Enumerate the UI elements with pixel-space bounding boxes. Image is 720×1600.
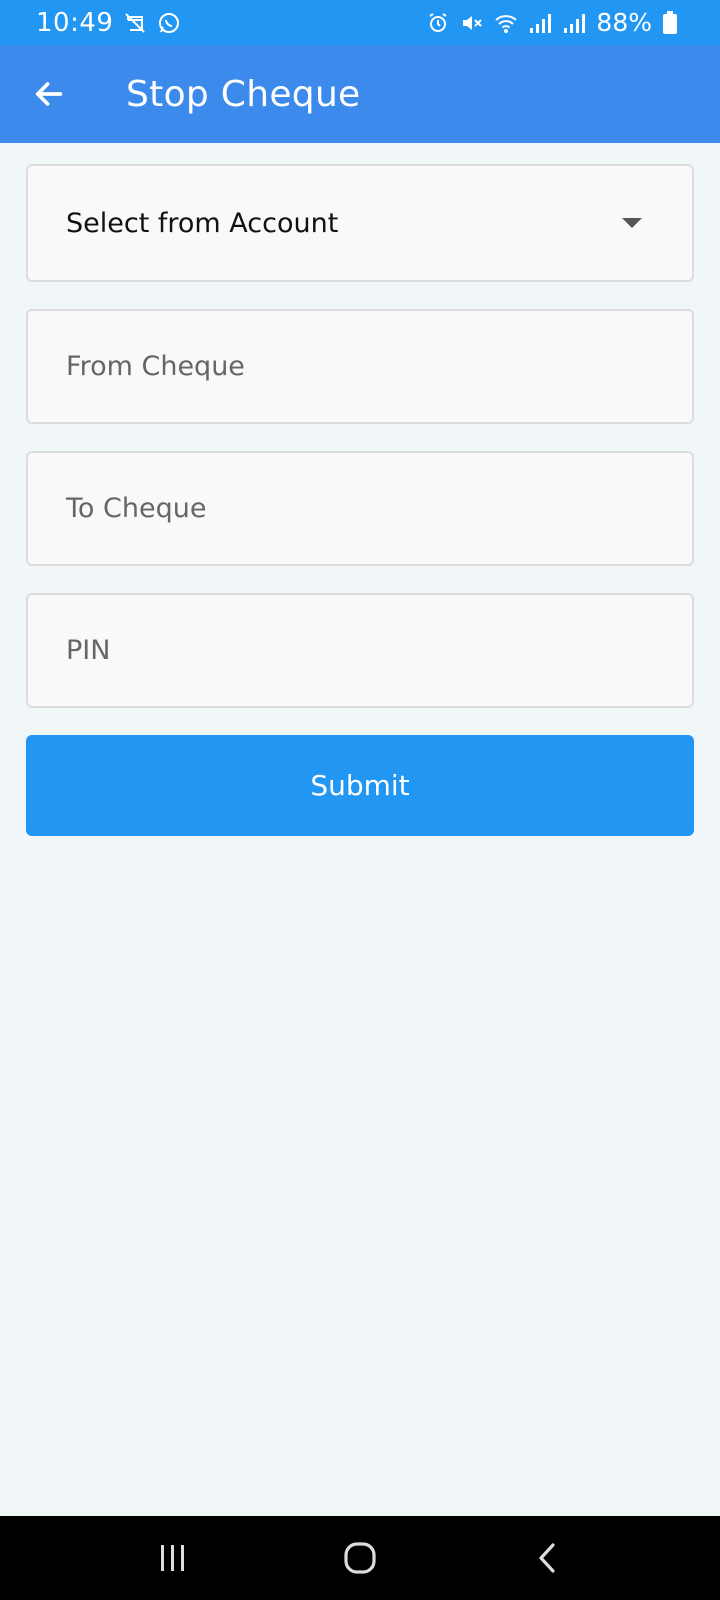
pin-placeholder: PIN	[66, 635, 111, 666]
to-cheque-placeholder: To Cheque	[66, 493, 207, 524]
arrow-left-icon	[35, 82, 63, 106]
calendar-off-icon	[123, 11, 147, 35]
back-nav-button[interactable]	[507, 1528, 587, 1588]
submit-button[interactable]: Submit	[26, 735, 694, 836]
whatsapp-icon	[157, 11, 181, 35]
pin-field[interactable]: PIN	[26, 593, 694, 708]
recents-icon	[161, 1545, 185, 1571]
status-bar: 10:49 88%	[0, 0, 720, 45]
alarm-icon	[426, 11, 450, 35]
system-nav-bar	[0, 1516, 720, 1600]
mute-icon	[460, 11, 484, 35]
back-icon	[539, 1543, 555, 1573]
battery-icon	[662, 10, 686, 35]
status-right: 88%	[426, 8, 686, 37]
from-cheque-field[interactable]: From Cheque	[26, 309, 694, 424]
to-cheque-field[interactable]: To Cheque	[26, 451, 694, 566]
app-bar: Stop Cheque	[0, 45, 720, 143]
status-time: 10:49	[36, 7, 114, 38]
signal-icon	[562, 11, 586, 35]
back-button[interactable]	[0, 45, 98, 143]
signal-icon	[528, 11, 552, 35]
page-title: Stop Cheque	[126, 73, 361, 115]
account-select[interactable]: Select from Account	[26, 164, 694, 282]
home-icon	[344, 1542, 376, 1574]
from-cheque-placeholder: From Cheque	[66, 351, 245, 382]
chevron-down-icon	[622, 218, 642, 228]
stop-cheque-form: Select from Account From Cheque To Chequ…	[26, 164, 694, 836]
wifi-icon	[494, 11, 518, 35]
home-button[interactable]	[320, 1528, 400, 1588]
account-select-value: Select from Account	[66, 207, 339, 239]
recents-button[interactable]	[133, 1528, 213, 1588]
battery-percent: 88%	[596, 8, 652, 37]
status-left: 10:49	[36, 8, 181, 38]
